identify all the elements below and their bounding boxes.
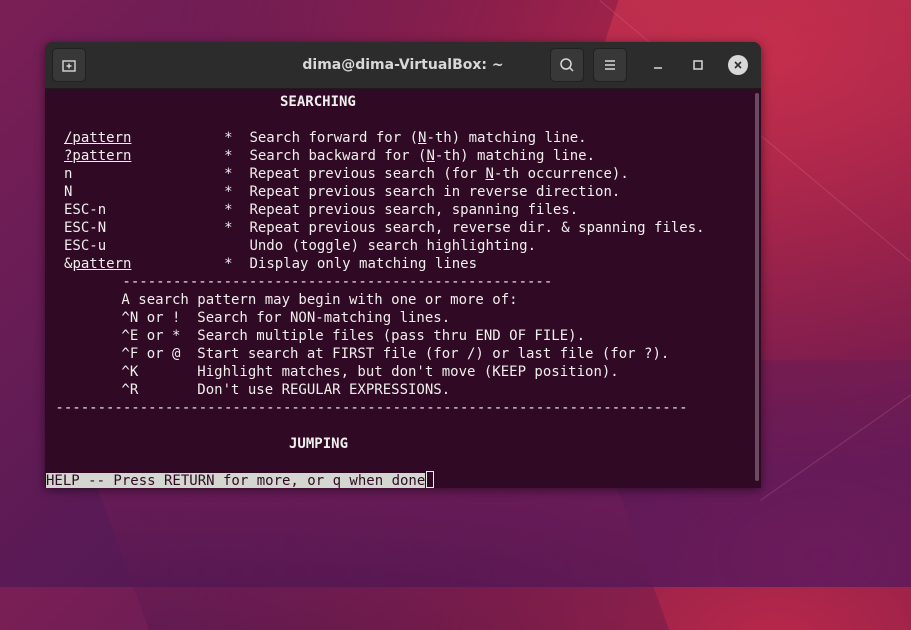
hamburger-menu-icon — [605, 60, 615, 70]
menu-button[interactable] — [593, 48, 627, 82]
modifier-row: ^N or ! Search for NON-matching lines. — [54, 310, 451, 326]
terminal-window: dima@dima-VirtualBox: ~ SEARCHING /patte… — [45, 42, 761, 488]
wallpaper-line — [760, 385, 911, 501]
section-heading: SEARCHING — [280, 94, 356, 110]
section-heading: JUMPING — [289, 436, 349, 452]
command-key: ESC-N — [64, 220, 107, 236]
new-tab-button[interactable] — [52, 48, 86, 82]
terminal-output[interactable]: SEARCHING /pattern * Search forward for … — [45, 89, 753, 488]
command-desc: * Repeat previous search in reverse dire… — [72, 184, 621, 200]
command-row: &pattern * Display only matching lines — [64, 255, 477, 273]
command-row: ESC-n * Repeat previous search, spanning… — [64, 201, 578, 219]
maximize-icon — [693, 60, 703, 70]
divider: ----------------------------------------… — [47, 400, 688, 416]
command-key: /pattern — [64, 130, 132, 146]
close-icon — [728, 55, 748, 75]
command-row: ESC-N * Repeat previous search, reverse … — [64, 219, 705, 237]
command-row: n * Repeat previous search (for N-th occ… — [64, 165, 629, 183]
command-desc: * Repeat previous search (for — [72, 166, 486, 182]
modifier-row: ^K Highlight matches, but don't move (KE… — [54, 364, 619, 380]
modifier-row: ^F or @ Start search at FIRST file (for … — [54, 346, 670, 362]
command-row: N * Repeat previous search in reverse di… — [64, 183, 620, 201]
command-key: ESC-n — [64, 202, 107, 218]
command-row: /pattern * Search forward for (N-th) mat… — [64, 129, 587, 147]
command-key: ?pattern — [64, 148, 132, 164]
command-desc: N — [426, 148, 435, 164]
command-desc: Undo (toggle) search highlighting. — [106, 238, 537, 254]
command-desc: -th) matching line. — [434, 148, 596, 164]
command-desc: N — [485, 166, 494, 182]
command-row: ?pattern * Search backward for (N-th) ma… — [64, 147, 595, 165]
close-button[interactable] — [721, 48, 755, 82]
modifier-row: ^E or * Search multiple files (pass thru… — [54, 328, 586, 344]
command-desc: * Repeat previous search, reverse dir. &… — [106, 220, 705, 236]
title-bar[interactable]: dima@dima-VirtualBox: ~ — [45, 42, 761, 89]
command-desc: -th) matching line. — [426, 130, 587, 146]
command-desc: * Display only matching lines — [131, 256, 478, 272]
command-key: ESC-u — [64, 238, 107, 254]
search-button[interactable] — [550, 48, 584, 82]
modifier-row: ^R Don't use REGULAR EXPRESSIONS. — [54, 382, 451, 398]
status-text: HELP -- Press RETURN for more, or q when… — [46, 473, 426, 488]
command-desc: * Search backward for ( — [131, 148, 427, 164]
command-row: ESC-u Undo (toggle) search highlighting. — [64, 237, 536, 255]
command-desc: -th occurrence). — [493, 166, 629, 182]
command-key: pattern — [72, 256, 132, 272]
command-desc: * Search forward for ( — [131, 130, 419, 146]
scrollbar-thumb[interactable] — [755, 93, 759, 481]
wallpaper-shape — [90, 470, 670, 630]
command-desc: * Repeat previous search, spanning files… — [106, 202, 579, 218]
search-icon — [560, 58, 574, 72]
status-line: HELP -- Press RETURN for more, or q when… — [46, 471, 435, 488]
minimize-button[interactable] — [641, 48, 675, 82]
text-cursor — [426, 471, 435, 488]
minimize-icon — [654, 67, 662, 69]
maximize-button[interactable] — [681, 48, 715, 82]
new-tab-icon — [62, 60, 76, 72]
modifiers-intro: A search pattern may begin with one or m… — [54, 292, 518, 308]
divider: ----------------------------------------… — [55, 274, 553, 290]
